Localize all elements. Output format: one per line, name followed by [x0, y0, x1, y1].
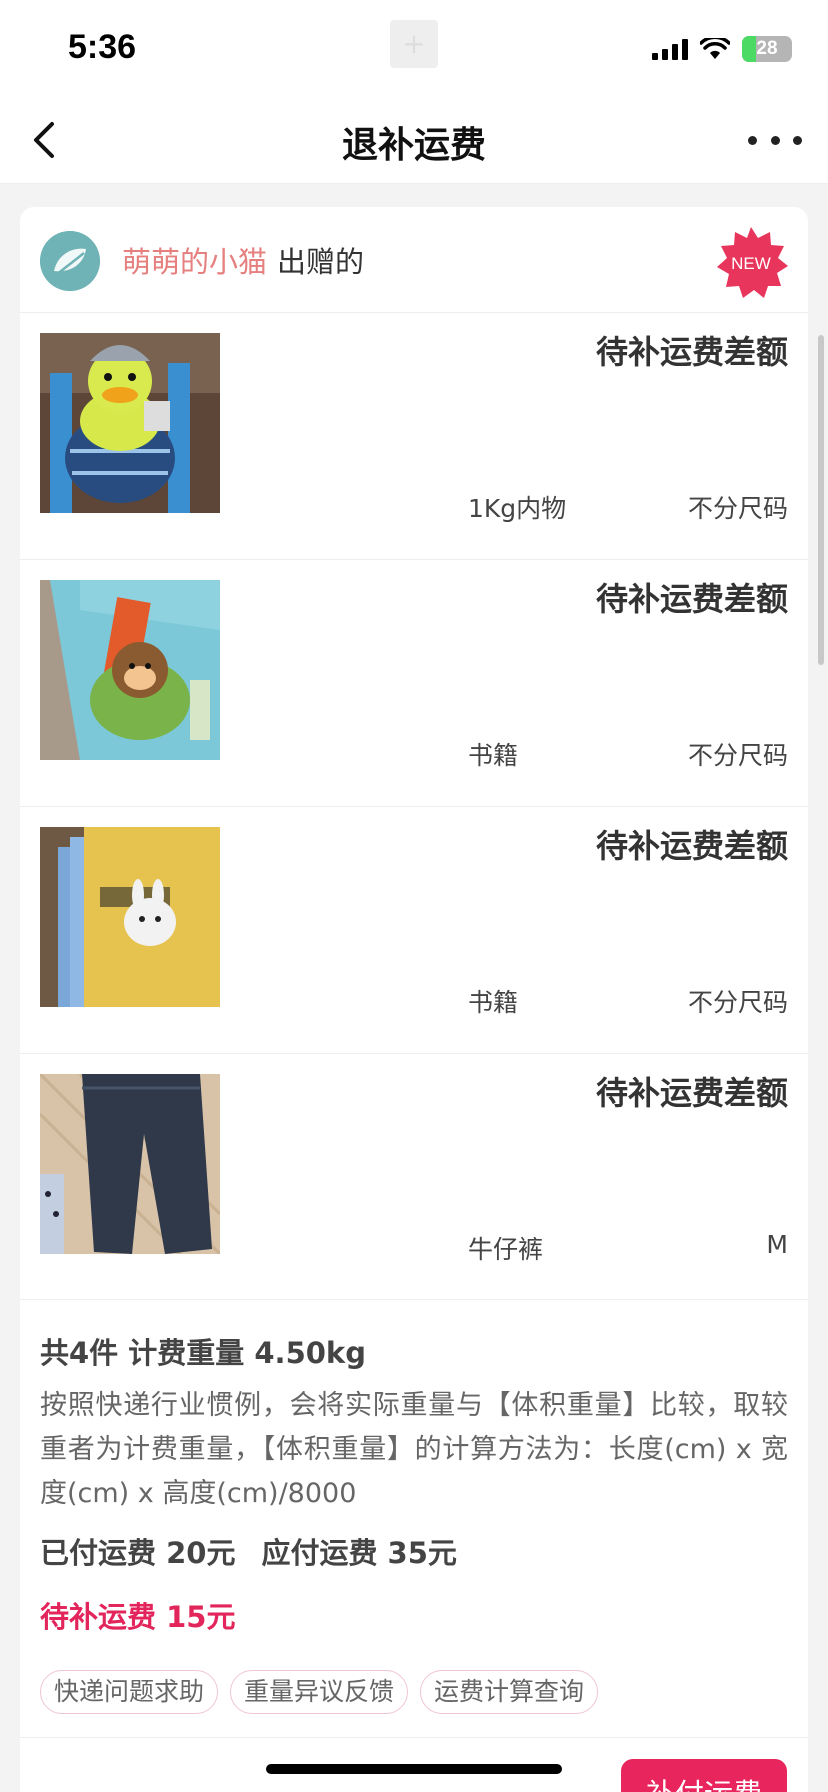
item-category: 书籍	[468, 741, 519, 770]
duck-backpack-image[interactable]	[40, 333, 220, 513]
status-time: 5:36	[68, 28, 137, 66]
list-item[interactable]: 待补运费差额 书籍 不分尺码	[20, 807, 808, 1054]
payable-fee: 应付运费 35元	[261, 1536, 457, 1570]
due-fee: 待补运费 15元	[40, 1600, 236, 1634]
battery-level: 28	[756, 38, 778, 59]
item-size: 不分尺码	[687, 988, 788, 1017]
shipping-summary: 共4件 计费重量 4.50kg 按照快递行业惯例，会将实际重量与【体积重量】比较…	[20, 1300, 808, 1714]
status-bar: 5:36 + 28	[0, 0, 828, 96]
chip-fee-calculator[interactable]: 运费计算查询	[420, 1670, 599, 1714]
item-title: 待补运费差额	[595, 333, 788, 371]
new-badge: NEW	[714, 225, 788, 299]
list-item[interactable]: 待补运费差额 牛仔裤 M	[20, 1054, 808, 1300]
item-title: 待补运费差额	[595, 1074, 788, 1112]
avatar[interactable]	[40, 231, 100, 291]
chip-courier-help[interactable]: 快递问题求助	[40, 1670, 219, 1714]
shipping-card: 萌萌的小猫 出赠的 NEW 待补运费差额 1Kg内物 不分尺码 待补运费差额 书…	[20, 207, 808, 1792]
rabbit-books-image[interactable]	[40, 827, 220, 1007]
item-size: M	[766, 1230, 788, 1259]
chip-weight-dispute[interactable]: 重量异议反馈	[230, 1670, 409, 1714]
item-size: 不分尺码	[687, 741, 788, 770]
fee-line: 已付运费 20元 应付运费 35元	[40, 1530, 788, 1572]
divider	[20, 1737, 808, 1738]
item-category: 书籍	[468, 988, 519, 1017]
item-size: 不分尺码	[687, 494, 788, 523]
new-badge-text: NEW	[731, 254, 771, 273]
card-header: 萌萌的小猫 出赠的 NEW	[20, 207, 808, 313]
weight-rule-note: 按照快递行业惯例，会将实际重量与【体积重量】比较，取较重者为计费重量，【体积重量…	[40, 1390, 788, 1509]
giver-suffix: 出赠的	[277, 245, 365, 279]
item-category: 1Kg内物	[468, 494, 567, 523]
jeans-image[interactable]	[40, 1074, 220, 1254]
pay-shipping-button[interactable]: 补付运费	[621, 1759, 787, 1792]
monkey-book-image[interactable]	[40, 580, 220, 760]
item-category: 牛仔裤	[468, 1235, 544, 1264]
list-item[interactable]: 待补运费差额 1Kg内物 不分尺码	[20, 313, 808, 560]
giver-name[interactable]: 萌萌的小猫	[122, 245, 267, 279]
help-chips: 快递问题求助 重量异议反馈 运费计算查询	[40, 1670, 788, 1714]
new-starburst-icon: NEW	[717, 227, 788, 298]
list-item[interactable]: 待补运费差额 书籍 不分尺码	[20, 560, 808, 807]
status-icons: 28	[652, 34, 792, 64]
item-title: 待补运费差额	[595, 580, 788, 618]
status-center-indicator: +	[390, 20, 438, 68]
cellular-signal-icon	[652, 38, 688, 60]
wifi-icon	[700, 38, 730, 59]
navigation-bar: 退补运费	[0, 96, 828, 184]
home-indicator[interactable]	[266, 1764, 562, 1774]
item-title: 待补运费差额	[595, 827, 788, 865]
scrollbar[interactable]	[818, 335, 824, 665]
weight-summary: 共4件 计费重量 4.50kg	[40, 1336, 366, 1370]
battery-icon: 28	[742, 36, 792, 62]
giver-line: 萌萌的小猫 出赠的	[122, 239, 364, 281]
paid-fee: 已付运费 20元	[40, 1536, 236, 1570]
more-dots-icon[interactable]	[748, 118, 802, 162]
page-title: 退补运费	[341, 125, 486, 166]
